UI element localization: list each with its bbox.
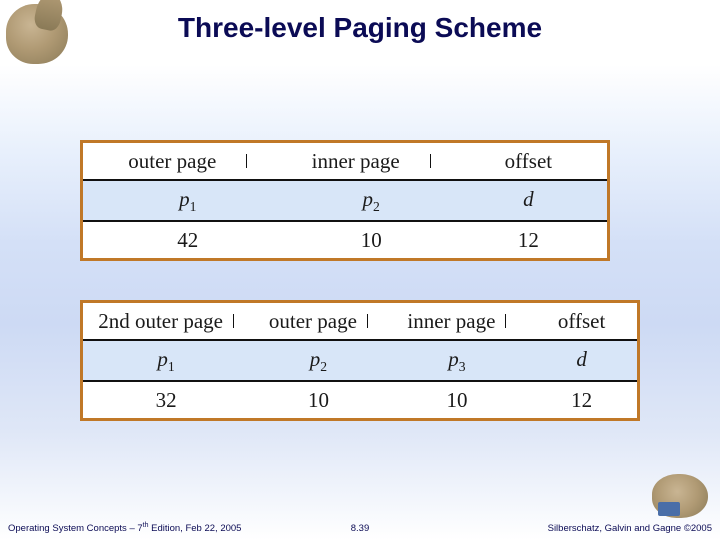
table-row: outer page inner page offset: [83, 143, 607, 180]
t1-b0: 42: [83, 221, 293, 258]
table-row: p1 p2 d: [83, 180, 607, 221]
table-2: 2nd outer page outer page inner page off…: [83, 303, 637, 418]
table-row: 42 10 12: [83, 221, 607, 258]
dinosaur-logo-bottom: [652, 474, 708, 518]
table-row: p1 p2 p3 d: [83, 340, 637, 381]
t2-sub1: 2: [320, 359, 327, 374]
footer-right: Silberschatz, Galvin and Gagne ©2005: [548, 523, 712, 534]
t1-sub1: 2: [373, 199, 380, 214]
slide-title: Three-level Paging Scheme: [0, 12, 720, 44]
t2-sub0: 1: [168, 359, 175, 374]
t1-s2: d: [523, 187, 534, 211]
t2-b3: 12: [526, 381, 637, 418]
t2-s3: d: [576, 347, 587, 371]
t1-s0: p: [179, 187, 190, 211]
t1-b1: 10: [293, 221, 450, 258]
slide: Three-level Paging Scheme outer page inn…: [0, 0, 720, 540]
footer: Operating System Concepts – 7th Edition,…: [0, 518, 720, 534]
three-level-address-table: 2nd outer page outer page inner page off…: [80, 300, 640, 421]
t1-h2: offset: [505, 149, 552, 173]
t2-b2: 10: [388, 381, 527, 418]
t1-h0: outer page: [128, 149, 216, 173]
t2-b1: 10: [249, 381, 388, 418]
t2-s2: p: [448, 347, 459, 371]
t2-s0: p: [157, 347, 168, 371]
t2-h2: inner page: [407, 309, 495, 333]
t1-s1: p: [363, 187, 374, 211]
t2-h1: outer page: [269, 309, 357, 333]
two-level-address-table: outer page inner page offset p1 p2 d 42 …: [80, 140, 610, 261]
t1-sub0: 1: [190, 199, 197, 214]
t1-h1: inner page: [312, 149, 400, 173]
t2-s1: p: [310, 347, 321, 371]
t1-b2: 12: [450, 221, 607, 258]
t2-sub2: 3: [459, 359, 466, 374]
t2-h3: offset: [558, 309, 605, 333]
table-1: outer page inner page offset p1 p2 d 42 …: [83, 143, 607, 258]
t2-b0: 32: [83, 381, 249, 418]
table-row: 2nd outer page outer page inner page off…: [83, 303, 637, 340]
t2-h0: 2nd outer page: [98, 309, 223, 333]
table-row: 32 10 10 12: [83, 381, 637, 418]
